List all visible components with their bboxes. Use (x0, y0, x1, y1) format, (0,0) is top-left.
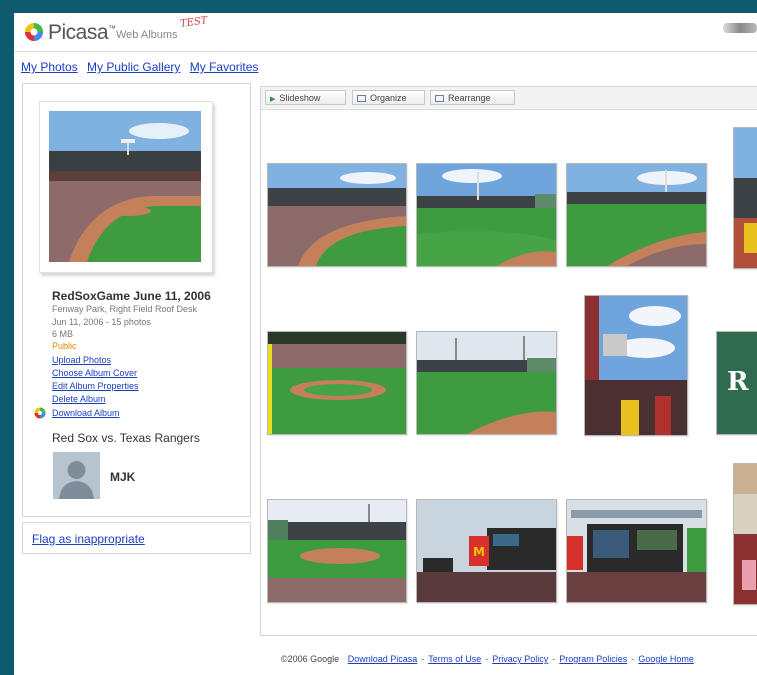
footer-google-home-link[interactable]: Google Home (638, 654, 694, 664)
album-description: Red Sox vs. Texas Rangers (52, 431, 200, 445)
photo-image: R (717, 332, 757, 434)
nav-my-public-gallery[interactable]: My Public Gallery (87, 60, 180, 74)
brand-subtitle: Web Albums (116, 29, 178, 41)
slideshow-button[interactable]: ▶ Slideshow (265, 90, 346, 105)
photo-thumbnail[interactable] (566, 499, 707, 603)
picasa-icon (34, 407, 46, 419)
album-date-count: Jun 11, 2006 - 15 photos (52, 317, 151, 327)
album-title: RedSoxGame June 11, 2006 (52, 289, 211, 303)
photo-thumbnail[interactable] (733, 127, 757, 269)
photo-image (567, 500, 706, 602)
photo-thumbnail[interactable]: M (416, 499, 557, 603)
photo-image (268, 500, 406, 602)
photo-image (417, 332, 556, 434)
photo-thumbnail[interactable] (416, 331, 557, 435)
photo-image (585, 296, 687, 435)
photo-grid-panel: ▶ Slideshow Organize Rearrange R M (260, 86, 757, 636)
owner-name[interactable]: MJK (110, 470, 135, 484)
footer-terms-link[interactable]: Terms of Use (428, 654, 481, 664)
picasa-logo-icon (25, 23, 43, 41)
photo-image (567, 164, 706, 266)
photo-thumbnail[interactable] (267, 499, 407, 603)
photo-image (734, 464, 757, 604)
photo-thumbnail[interactable] (566, 163, 707, 267)
header: Picasa™ Web Albums TEST (14, 13, 757, 52)
edit-album-properties-link[interactable]: Edit Album Properties (52, 381, 139, 391)
photo-thumbnail[interactable] (584, 295, 688, 436)
flag-panel: Flag as inappropriate (22, 522, 251, 554)
test-badge: TEST (179, 15, 209, 30)
photo-thumbnail[interactable]: R (716, 331, 757, 435)
photo-thumbnail[interactable] (416, 163, 557, 267)
person-icon (53, 452, 100, 499)
footer-program-policies-link[interactable]: Program Policies (559, 654, 627, 664)
brand-name: Picasa™ (48, 21, 116, 44)
photo-image: M (417, 500, 556, 602)
album-size: 6 MB (52, 329, 74, 339)
album-location: Fenway Park, Right Field Roof Desk (52, 304, 198, 314)
upload-photos-link[interactable]: Upload Photos (52, 355, 111, 365)
album-toolbar: ▶ Slideshow Organize Rearrange (261, 87, 757, 110)
organize-icon (357, 95, 366, 102)
photo-image (734, 128, 757, 268)
play-icon: ▶ (270, 96, 276, 103)
owner-avatar[interactable] (53, 452, 100, 499)
top-nav: My Photos My Public Gallery My Favorites (21, 60, 264, 74)
photo-image (417, 164, 556, 266)
nav-my-favorites[interactable]: My Favorites (190, 60, 259, 74)
photo-image (268, 164, 406, 266)
footer-copyright: ©2006 Google (281, 654, 340, 664)
album-visibility: Public (52, 341, 77, 351)
footer-privacy-link[interactable]: Privacy Policy (492, 654, 548, 664)
album-cover[interactable] (39, 101, 213, 273)
photo-thumbnail[interactable] (733, 463, 757, 605)
picasa-window: Picasa™ Web Albums TEST My Photos My Pub… (14, 13, 757, 675)
svg-text:R: R (727, 367, 749, 397)
rearrange-button[interactable]: Rearrange (430, 90, 515, 105)
organize-button[interactable]: Organize (352, 90, 425, 105)
album-info-panel: RedSoxGame June 11, 2006 Fenway Park, Ri… (22, 83, 251, 517)
delete-album-link[interactable]: Delete Album (52, 394, 106, 404)
flag-inappropriate-link[interactable]: Flag as inappropriate (32, 532, 145, 546)
svg-text:M: M (473, 545, 485, 559)
account-area[interactable] (723, 23, 757, 33)
photo-thumbnail[interactable] (267, 331, 407, 435)
rearrange-icon (435, 95, 444, 102)
download-album-link[interactable]: Download Album (52, 408, 120, 418)
footer: ©2006 Google Download Picasa - Terms of Us… (281, 654, 694, 664)
choose-album-cover-link[interactable]: Choose Album Cover (52, 368, 137, 378)
footer-download-picasa-link[interactable]: Download Picasa (348, 654, 418, 664)
nav-my-photos[interactable]: My Photos (21, 60, 78, 74)
photo-image (268, 332, 406, 434)
album-cover-image (49, 111, 201, 262)
photo-thumbnail[interactable] (267, 163, 407, 267)
